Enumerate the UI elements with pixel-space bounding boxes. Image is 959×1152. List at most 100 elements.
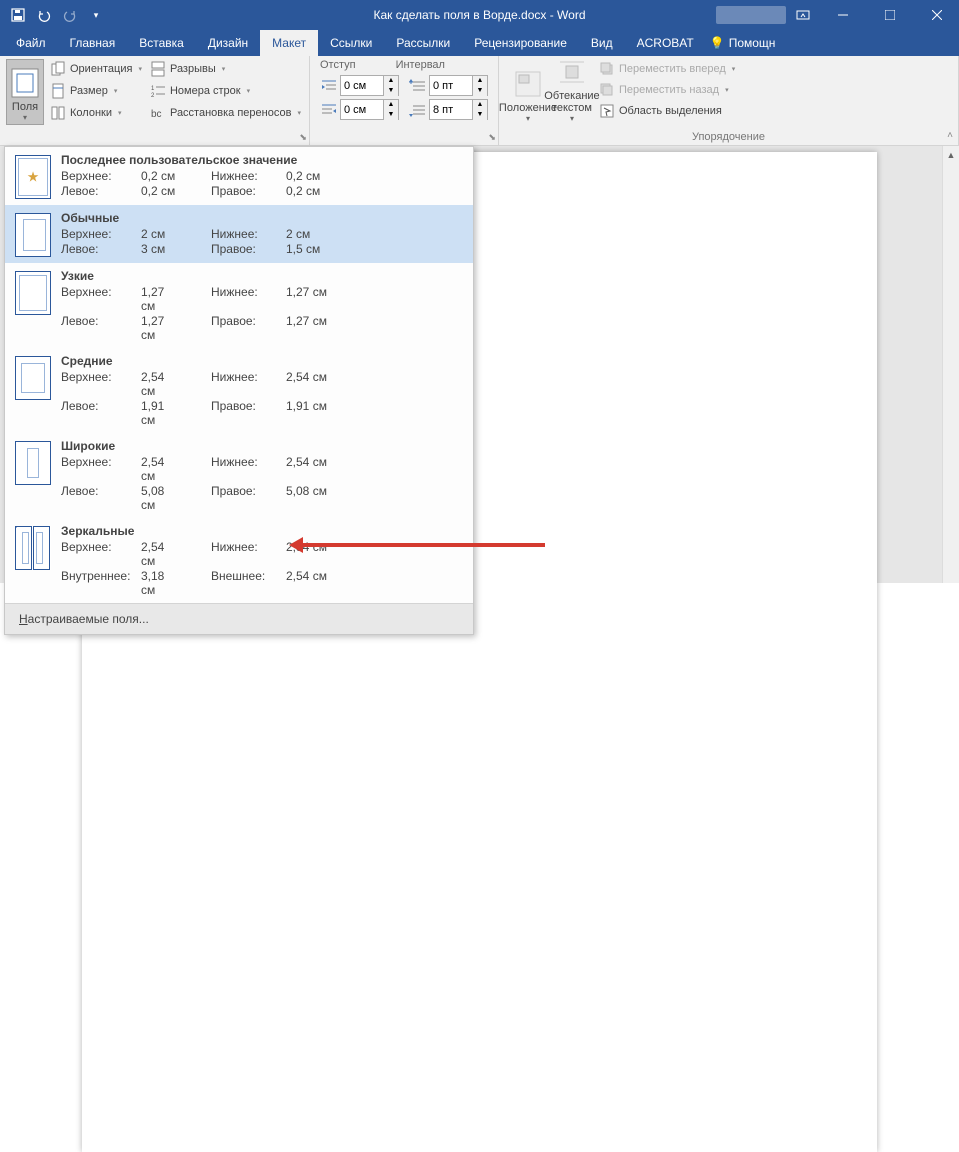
space-after-icon <box>409 102 427 118</box>
margins-button[interactable]: Поля ▾ <box>6 59 44 125</box>
spinner-up[interactable]: ▲ <box>473 100 487 110</box>
margins-option-last-custom[interactable]: Последнее пользовательское значение Верх… <box>5 147 473 205</box>
ribbon-display-options-icon[interactable] <box>796 8 810 22</box>
spinner-down[interactable]: ▼ <box>384 110 398 120</box>
ribbon-tabs: Файл Главная Вставка Дизайн Макет Ссылки… <box>0 30 959 56</box>
tab-references[interactable]: Ссылки <box>318 30 384 56</box>
lightbulb-icon: 💡 <box>710 36 725 50</box>
margins-label: Поля <box>12 101 38 113</box>
columns-button[interactable]: Колонки▾ <box>48 103 144 123</box>
arrange-group-label: Упорядочение <box>509 131 948 143</box>
spinner-down[interactable]: ▼ <box>473 86 487 96</box>
chevron-down-icon: ▾ <box>222 65 226 73</box>
chevron-down-icon: ▾ <box>23 113 27 122</box>
chevron-down-icon: ▾ <box>138 65 142 73</box>
margins-option-normal[interactable]: Обычные Верхнее:2 смНижнее:2 см Левое:3 … <box>5 205 473 263</box>
margins-thumb-icon <box>15 441 51 485</box>
margins-option-title: Зеркальные <box>61 524 463 538</box>
orientation-icon <box>50 61 66 77</box>
margins-option-narrow[interactable]: Узкие Верхнее:1,27 смНижнее:1,27 см Лево… <box>5 263 473 348</box>
close-button[interactable] <box>914 0 959 30</box>
spinner-down[interactable]: ▼ <box>384 86 398 96</box>
orientation-button[interactable]: Ориентация▾ <box>48 59 144 79</box>
margins-thumb-icon <box>15 213 51 257</box>
spacing-header: Интервал <box>396 59 445 71</box>
margins-thumb-icon <box>15 271 51 315</box>
bring-forward-icon <box>599 61 615 77</box>
tab-view[interactable]: Вид <box>579 30 625 56</box>
svg-text:bc: bc <box>151 109 162 120</box>
titlebar: ▾ Как сделать поля в Ворде.docx - Word <box>0 0 959 30</box>
hyphenation-icon: bc <box>150 105 166 121</box>
margins-dropdown: Последнее пользовательское значение Верх… <box>4 146 474 635</box>
spinner-up[interactable]: ▲ <box>384 76 398 86</box>
page-size-icon <box>50 83 66 99</box>
spinner-up[interactable]: ▲ <box>384 100 398 110</box>
space-after-spinner[interactable]: ▲▼ <box>429 99 488 120</box>
tell-me[interactable]: 💡 Помощн <box>710 30 776 56</box>
size-button[interactable]: Размер▾ <box>48 81 144 101</box>
position-button: Положение▾ <box>509 59 547 125</box>
position-icon <box>512 68 544 100</box>
wrap-text-button: Обтекание текстом▾ <box>553 59 591 125</box>
paragraph-dialog-launcher[interactable]: ⬊ <box>488 132 496 143</box>
chevron-down-icon: ▾ <box>114 87 118 95</box>
undo-icon[interactable] <box>36 7 52 23</box>
indent-right-spinner[interactable]: ▲▼ <box>340 99 399 120</box>
margins-option-wide[interactable]: Широкие Верхнее:2,54 смНижнее:2,54 см Ле… <box>5 433 473 518</box>
ribbon: Поля ▾ Ориентация▾ Размер▾ Колонки▾ Разр… <box>0 56 959 146</box>
indent-header: Отступ <box>320 59 356 71</box>
send-backward-icon <box>599 82 615 98</box>
margins-option-moderate[interactable]: Средние Верхнее:2,54 смНижнее:2,54 см Ле… <box>5 348 473 433</box>
maximize-button[interactable] <box>867 0 912 30</box>
tab-insert[interactable]: Вставка <box>127 30 196 56</box>
collapse-ribbon-icon[interactable]: ˄ <box>947 130 953 141</box>
minimize-button[interactable] <box>820 0 865 30</box>
margins-option-title: Широкие <box>61 439 463 453</box>
tab-review[interactable]: Рецензирование <box>462 30 579 56</box>
chevron-down-icon: ▾ <box>118 109 122 117</box>
space-before-spinner[interactable]: ▲▼ <box>429 75 488 96</box>
margins-thumb-icon <box>15 356 51 400</box>
spinner-down[interactable]: ▼ <box>473 110 487 120</box>
tab-layout[interactable]: Макет <box>260 30 318 56</box>
margins-icon <box>9 67 41 99</box>
spinner-up[interactable]: ▲ <box>473 76 487 86</box>
tab-home[interactable]: Главная <box>58 30 128 56</box>
tab-mailings[interactable]: Рассылки <box>384 30 462 56</box>
margins-thumb-icon <box>15 526 51 570</box>
margins-option-title: Узкие <box>61 269 463 283</box>
margins-option-title: Обычные <box>61 211 463 225</box>
vertical-scrollbar[interactable]: ▲ <box>942 146 959 583</box>
annotation-arrow <box>295 543 545 547</box>
document-title: Как сделать поля в Ворде.docx - Word <box>373 8 585 22</box>
breaks-button[interactable]: Разрывы▾ <box>148 59 303 79</box>
page-setup-dialog-launcher[interactable]: ⬊ <box>299 132 307 143</box>
tell-me-label: Помощн <box>729 36 776 50</box>
indent-left-spinner[interactable]: ▲▼ <box>340 75 399 96</box>
save-icon[interactable] <box>10 7 26 23</box>
line-numbers-button[interactable]: 12Номера строк▾ <box>148 81 303 101</box>
indent-left-input[interactable] <box>341 80 383 92</box>
send-backward-button: Переместить назад▾ <box>597 80 737 100</box>
redo-icon[interactable] <box>62 7 78 23</box>
columns-icon <box>50 105 66 121</box>
tab-acrobat[interactable]: ACROBAT <box>625 30 706 56</box>
custom-margins-button[interactable]: Настраиваемые поля... <box>5 603 473 634</box>
breaks-icon <box>150 61 166 77</box>
margins-thumb-icon <box>15 155 51 199</box>
bring-forward-button: Переместить вперед▾ <box>597 59 737 79</box>
tab-file[interactable]: Файл <box>4 30 58 56</box>
selection-pane-button[interactable]: Область выделения <box>597 101 737 121</box>
hyphenation-button[interactable]: bcРасстановка переносов▾ <box>148 103 303 123</box>
indent-right-input[interactable] <box>341 104 383 116</box>
chevron-down-icon: ▾ <box>297 109 301 117</box>
user-account[interactable] <box>716 6 786 24</box>
line-numbers-icon: 12 <box>150 83 166 99</box>
space-before-input[interactable] <box>430 80 472 92</box>
tab-design[interactable]: Дизайн <box>196 30 260 56</box>
scroll-up-icon[interactable]: ▲ <box>943 146 959 163</box>
space-after-input[interactable] <box>430 104 472 116</box>
margins-option-mirrored[interactable]: Зеркальные Верхнее:2,54 смНижнее:2,54 см… <box>5 518 473 603</box>
qat-customize-icon[interactable]: ▾ <box>88 7 104 23</box>
